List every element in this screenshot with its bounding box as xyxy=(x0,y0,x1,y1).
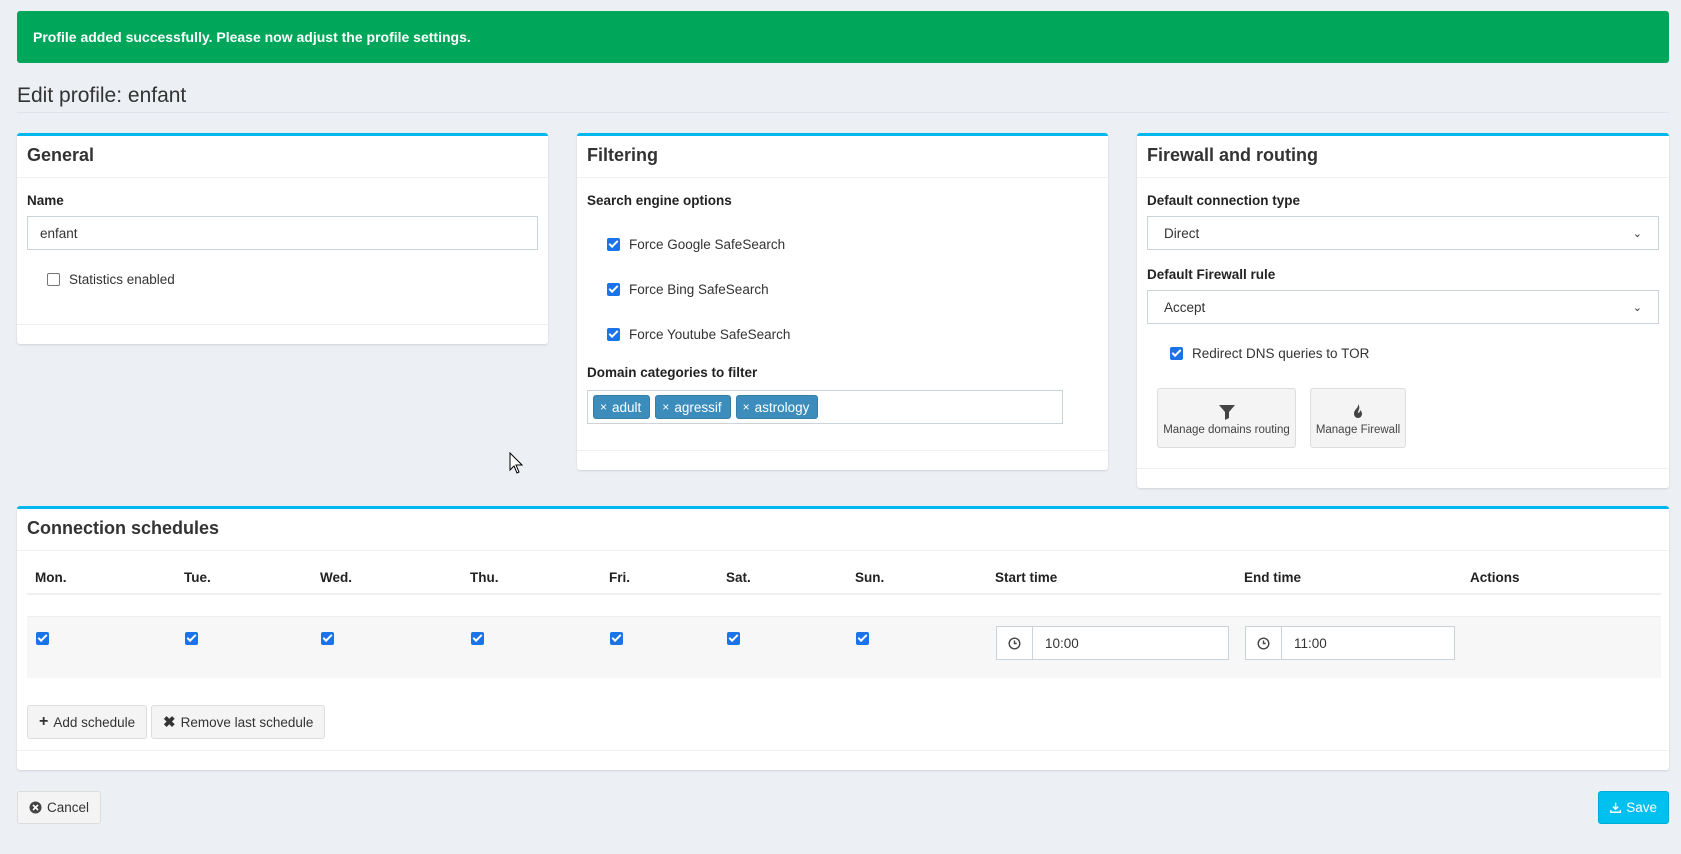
cancel-label: Cancel xyxy=(47,800,90,815)
chevron-down-icon: ⌄ xyxy=(1632,301,1642,314)
redirect-tor-label: Redirect DNS queries to TOR xyxy=(1192,346,1370,361)
filtering-title: Filtering xyxy=(577,136,1108,178)
schedules-footer xyxy=(17,750,1669,770)
start-time-value[interactable]: 10:00 xyxy=(1033,626,1229,660)
connection-type-select[interactable]: Direct ⌄ xyxy=(1147,216,1659,250)
success-alert: Profile added successfully. Please now a… xyxy=(17,11,1669,63)
youtube-safesearch-checkbox[interactable] xyxy=(607,328,620,341)
connection-type-value: Direct xyxy=(1164,225,1200,241)
remove-tag-icon[interactable]: × xyxy=(743,400,750,414)
youtube-safesearch-label: Force Youtube SafeSearch xyxy=(629,327,791,342)
close-icon: ✖ xyxy=(163,714,176,731)
tag-label: astrology xyxy=(754,399,810,415)
firewall-panel: Firewall and routing Default connection … xyxy=(1137,133,1669,488)
tag-agressif[interactable]: × agressif xyxy=(655,395,731,419)
col-start-time: Start time xyxy=(987,561,1236,595)
sat-checkbox[interactable] xyxy=(727,632,740,645)
page-title: Edit profile: enfant xyxy=(17,84,187,107)
redirect-tor-checkbox[interactable] xyxy=(1170,347,1183,360)
general-footer xyxy=(17,324,548,344)
col-end-time: End time xyxy=(1236,561,1462,595)
manage-domains-label: Manage domains routing xyxy=(1163,424,1290,436)
mouse-cursor-icon xyxy=(509,452,523,474)
start-time-field[interactable]: 10:00 xyxy=(996,626,1229,660)
thu-checkbox[interactable] xyxy=(471,632,484,645)
name-label: Name xyxy=(27,193,64,208)
col-tue: Tue. xyxy=(176,561,312,595)
col-sun: Sun. xyxy=(847,561,987,595)
tag-label: adult xyxy=(612,399,642,415)
manage-firewall-button[interactable]: Manage Firewall xyxy=(1310,388,1406,448)
firewall-footer xyxy=(1137,468,1669,488)
remove-tag-icon[interactable]: × xyxy=(662,400,669,414)
tag-label: agressif xyxy=(674,399,722,415)
firewall-rule-select[interactable]: Accept ⌄ xyxy=(1147,290,1659,324)
end-time-value[interactable]: 11:00 xyxy=(1282,626,1455,660)
col-sat: Sat. xyxy=(718,561,847,595)
filtering-panel: Filtering Search engine options Force Go… xyxy=(577,133,1108,470)
table-row: 10:00 11:00 xyxy=(27,616,1661,678)
search-options-label: Search engine options xyxy=(587,193,732,208)
remove-schedule-button[interactable]: ✖ Remove last schedule xyxy=(151,705,326,739)
general-title: General xyxy=(17,136,548,178)
manage-firewall-label: Manage Firewall xyxy=(1315,424,1401,436)
youtube-safesearch-option[interactable]: Force Youtube SafeSearch xyxy=(607,327,790,342)
fire-icon xyxy=(1354,404,1362,418)
alert-text: Profile added successfully. Please now a… xyxy=(33,29,471,45)
cancel-button[interactable]: Cancel xyxy=(17,791,102,824)
connection-type-label: Default connection type xyxy=(1147,193,1301,208)
bing-safesearch-label: Force Bing SafeSearch xyxy=(629,282,769,297)
firewall-rule-value: Accept xyxy=(1164,299,1206,315)
statistics-checkbox[interactable] xyxy=(47,273,60,286)
name-value: enfant xyxy=(40,225,78,241)
col-thu: Thu. xyxy=(462,561,601,595)
name-field[interactable]: enfant xyxy=(27,216,538,250)
add-schedule-button[interactable]: + Add schedule xyxy=(27,705,148,739)
general-panel: General Name enfant Statistics enabled xyxy=(17,133,548,344)
col-fri: Fri. xyxy=(601,561,718,595)
redirect-tor-option[interactable]: Redirect DNS queries to TOR xyxy=(1170,346,1369,361)
tue-checkbox[interactable] xyxy=(185,632,198,645)
mon-checkbox[interactable] xyxy=(36,632,49,645)
clock-icon xyxy=(1245,626,1282,660)
tag-astrology[interactable]: × astrology xyxy=(735,395,819,419)
sun-checkbox[interactable] xyxy=(856,632,869,645)
cancel-icon xyxy=(29,801,42,814)
end-time-field[interactable]: 11:00 xyxy=(1245,626,1455,660)
download-icon xyxy=(1610,802,1622,813)
schedules-table: Mon. Tue. Wed. Thu. Fri. Sat. Sun. Start… xyxy=(27,561,1661,595)
filtering-footer xyxy=(577,450,1108,470)
fri-checkbox[interactable] xyxy=(610,632,623,645)
col-mon: Mon. xyxy=(27,561,176,595)
google-safesearch-checkbox[interactable] xyxy=(607,238,620,251)
firewall-rule-label: Default Firewall rule xyxy=(1147,267,1276,282)
clock-icon xyxy=(996,626,1033,660)
firewall-title: Firewall and routing xyxy=(1137,136,1669,178)
google-safesearch-option[interactable]: Force Google SafeSearch xyxy=(607,237,785,252)
remove-tag-icon[interactable]: × xyxy=(600,400,607,414)
col-wed: Wed. xyxy=(312,561,462,595)
chevron-down-icon: ⌄ xyxy=(1632,227,1642,240)
title-divider xyxy=(17,112,1669,113)
statistics-toggle[interactable]: Statistics enabled xyxy=(47,272,175,287)
add-schedule-label: Add schedule xyxy=(53,714,136,730)
statistics-label: Statistics enabled xyxy=(69,272,175,287)
save-button[interactable]: Save xyxy=(1598,791,1669,824)
bing-safesearch-checkbox[interactable] xyxy=(607,283,620,296)
filter-icon xyxy=(1218,405,1235,420)
tag-adult[interactable]: × adult xyxy=(593,395,651,419)
save-label: Save xyxy=(1626,800,1657,815)
remove-schedule-label: Remove last schedule xyxy=(180,714,314,730)
col-actions: Actions xyxy=(1462,561,1661,595)
bing-safesearch-option[interactable]: Force Bing SafeSearch xyxy=(607,282,769,297)
domain-categories-label: Domain categories to filter xyxy=(587,365,758,380)
plus-icon: + xyxy=(39,713,49,730)
manage-domains-routing-button[interactable]: Manage domains routing xyxy=(1157,388,1296,448)
schedules-panel: Connection schedules Mon. Tue. Wed. Thu.… xyxy=(17,506,1669,770)
google-safesearch-label: Force Google SafeSearch xyxy=(629,237,786,252)
schedules-title: Connection schedules xyxy=(17,509,1669,551)
domain-categories-input[interactable]: × adult × agressif × astrology xyxy=(587,390,1063,424)
wed-checkbox[interactable] xyxy=(321,632,334,645)
